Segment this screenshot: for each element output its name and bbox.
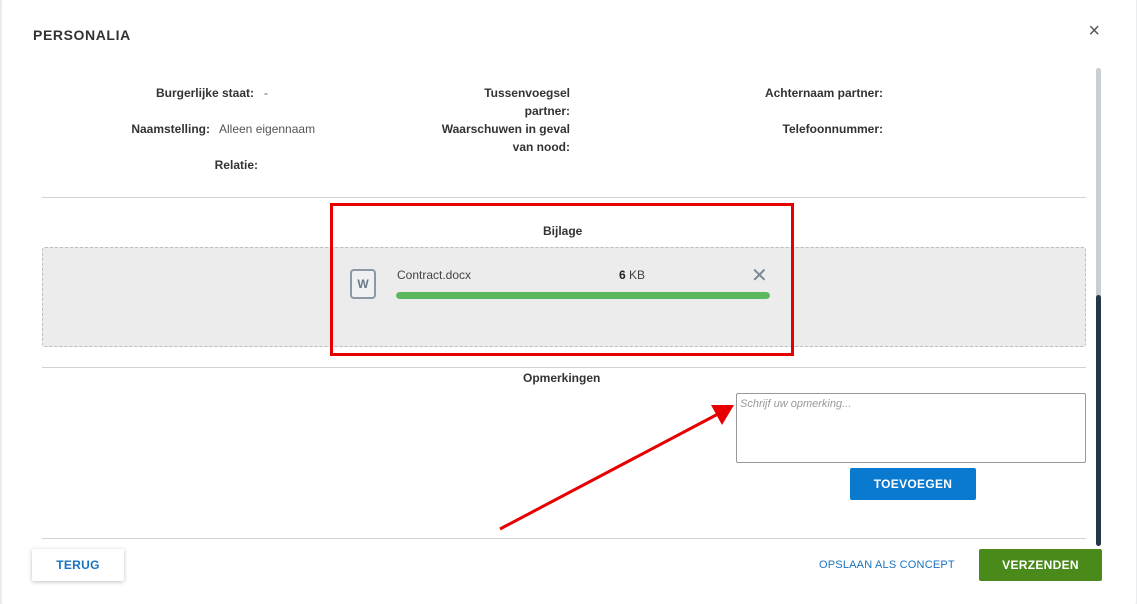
- waarschuwen-label-line2: van nood:: [512, 140, 570, 154]
- burgerlijke-staat-value: -: [264, 86, 268, 100]
- back-button[interactable]: TERUG: [32, 549, 124, 581]
- tussenvoegsel-partner-label-line2: partner:: [524, 104, 570, 118]
- tussenvoegsel-partner-label-line1: Tussenvoegsel: [484, 86, 570, 100]
- opmerkingen-title: Opmerkingen: [523, 371, 601, 385]
- burgerlijke-staat-label: Burgerlijke staat:: [155, 86, 254, 100]
- scrollbar-thumb[interactable]: [1096, 295, 1101, 546]
- footer-divider: [42, 538, 1086, 539]
- waarschuwen-label: Waarschuwen in geval van nood:: [430, 120, 570, 156]
- telefoonnummer-label: Telefoonnummer:: [782, 122, 883, 136]
- relatie-label: Relatie:: [214, 158, 258, 172]
- send-button[interactable]: VERZENDEN: [979, 549, 1102, 581]
- achternaam-partner-label: Achternaam partner:: [764, 86, 883, 100]
- naamstelling-label: Naamstelling:: [131, 122, 210, 136]
- save-as-concept-link[interactable]: OPSLAAN ALS CONCEPT: [819, 559, 955, 571]
- tussenvoegsel-partner-label: Tussenvoegsel partner:: [440, 84, 570, 120]
- waarschuwen-label-line1: Waarschuwen in geval: [441, 122, 570, 136]
- close-icon[interactable]: ×: [1088, 21, 1100, 41]
- annotation-highlight-box: [330, 203, 794, 356]
- naamstelling-value: Alleen eigennaam: [219, 122, 316, 136]
- dialog-title: PERSONALIA: [33, 27, 131, 43]
- comment-input[interactable]: [736, 393, 1086, 463]
- add-comment-button[interactable]: TOEVOEGEN: [850, 468, 976, 500]
- section-divider: [42, 197, 1086, 198]
- section-divider: [42, 367, 1086, 368]
